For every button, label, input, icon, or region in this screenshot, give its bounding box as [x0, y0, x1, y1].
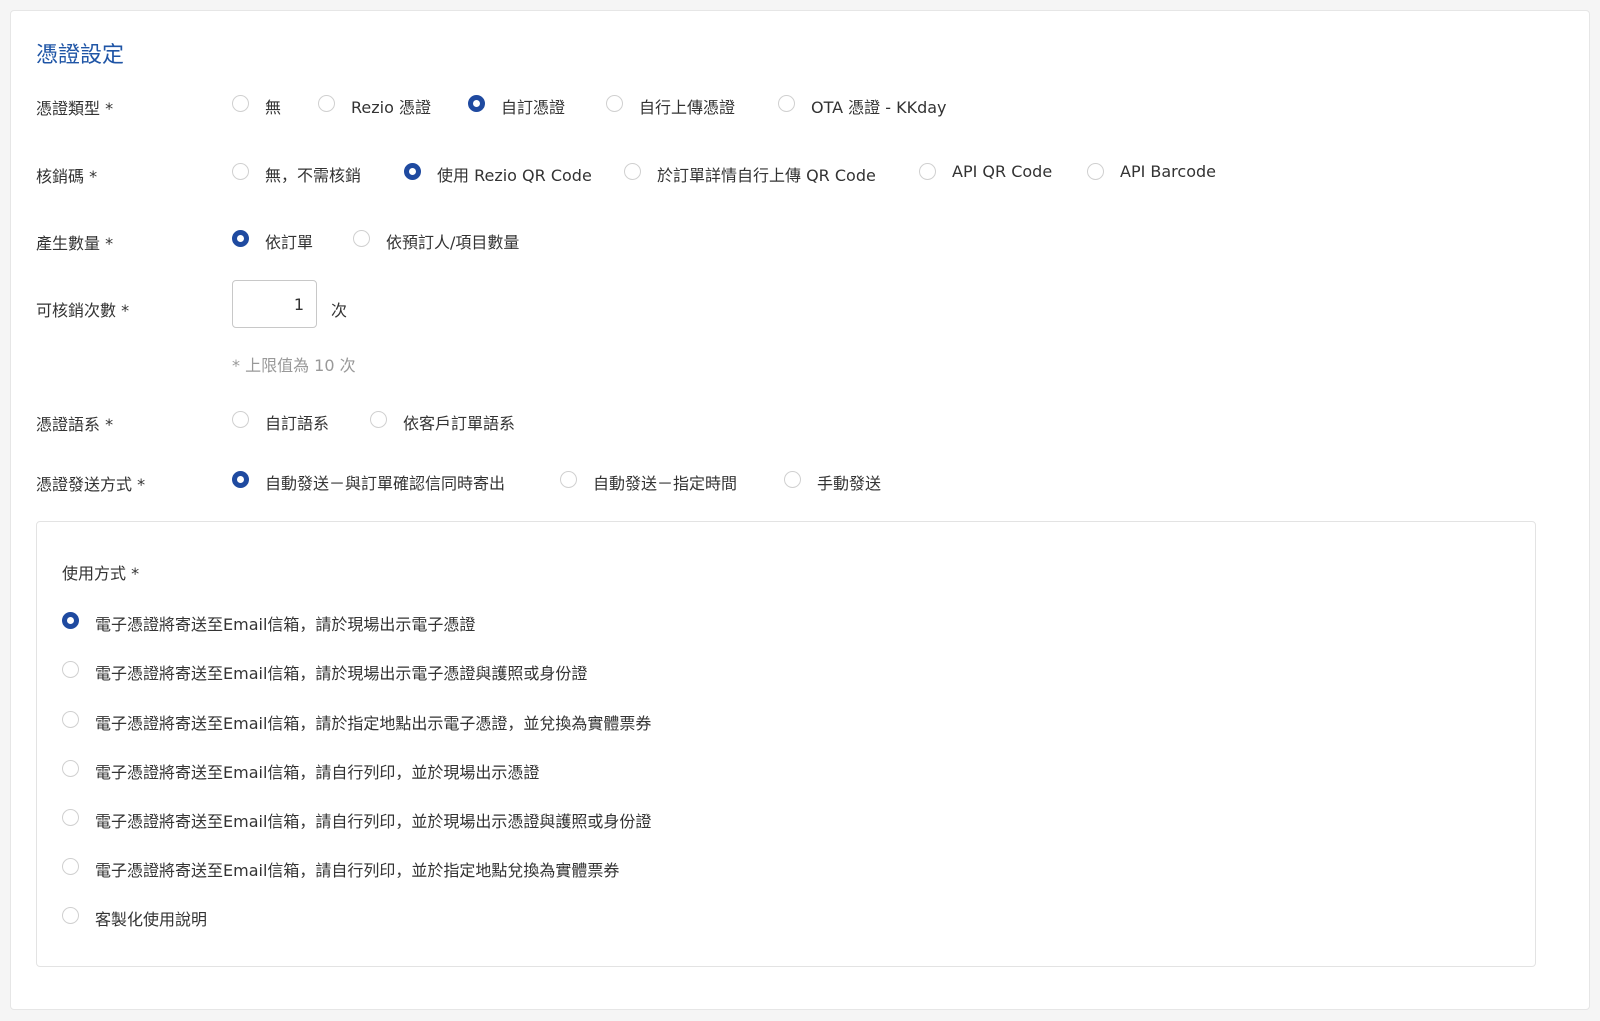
- language-label: 憑證語系 *: [36, 415, 114, 434]
- radio-icon: [624, 163, 641, 180]
- redeem-times-label: 可核銷次數 *: [36, 301, 130, 320]
- radio-selected-icon: [232, 471, 249, 488]
- option-label: 手動發送: [817, 474, 882, 493]
- redeem-times-hint: * 上限值為 10 次: [232, 356, 356, 375]
- option-label: Rezio 憑證: [351, 98, 431, 117]
- redeem-times-box: [232, 280, 317, 328]
- radio-selected-icon: [404, 163, 421, 180]
- radio-icon: [370, 411, 387, 428]
- voucher-settings-card: 憑證設定 憑證類型 * 無 Rezio 憑證 自訂憑證 自行上傳憑證 OTA 憑…: [10, 10, 1590, 1010]
- usage-label: 使用方式 *: [62, 564, 140, 583]
- option-label: 自動發送－與訂單確認信同時寄出: [265, 474, 506, 493]
- radio-icon: [232, 163, 249, 180]
- option-label: 電子憑證將寄送至Email信箱，請自行列印，並於指定地點兌換為實體票券: [95, 861, 620, 880]
- option-label: 電子憑證將寄送至Email信箱，請於現場出示電子憑證與護照或身份證: [95, 664, 588, 683]
- option-label: 電子憑證將寄送至Email信箱，請自行列印，並於現場出示憑證: [95, 763, 540, 782]
- radio-selected-icon: [62, 612, 79, 629]
- radio-icon: [353, 230, 370, 247]
- radio-icon: [778, 95, 795, 112]
- radio-icon: [232, 95, 249, 112]
- radio-icon: [560, 471, 577, 488]
- radio-icon: [919, 163, 936, 180]
- voucher-type-label: 憑證類型 *: [36, 99, 114, 118]
- option-label: 使用 Rezio QR Code: [437, 166, 592, 185]
- redeem-times-input[interactable]: [233, 281, 316, 327]
- redeem-times-unit: 次: [331, 301, 348, 320]
- option-label: 於訂單詳情自行上傳 QR Code: [657, 166, 876, 185]
- option-label: 自動發送－指定時間: [593, 474, 738, 493]
- radio-selected-icon: [232, 230, 249, 247]
- option-label: 自訂語系: [265, 414, 330, 433]
- option-label: 依客戶訂單語系: [403, 414, 516, 433]
- radio-icon: [62, 760, 79, 777]
- option-label: 電子憑證將寄送至Email信箱，請於現場出示電子憑證: [95, 615, 476, 634]
- option-label: API QR Code: [952, 162, 1053, 181]
- radio-icon: [62, 907, 79, 924]
- option-label: OTA 憑證 - KKday: [811, 98, 947, 117]
- section-title: 憑證設定: [36, 43, 125, 68]
- radio-icon: [62, 711, 79, 728]
- option-label: 無，不需核銷: [265, 166, 362, 185]
- radio-icon: [62, 858, 79, 875]
- option-label: 無: [265, 98, 282, 117]
- radio-icon: [62, 809, 79, 826]
- radio-icon: [62, 661, 79, 678]
- radio-icon: [606, 95, 623, 112]
- option-label: 電子憑證將寄送至Email信箱，請自行列印，並於現場出示憑證與護照或身份證: [95, 812, 652, 831]
- radio-icon: [784, 471, 801, 488]
- radio-icon: [318, 95, 335, 112]
- option-label: 自行上傳憑證: [639, 98, 736, 117]
- radio-selected-icon: [468, 95, 485, 112]
- option-label: 依預訂人/項目數量: [386, 233, 520, 252]
- delivery-label: 憑證發送方式 *: [36, 475, 146, 494]
- quantity-label: 產生數量 *: [36, 234, 114, 253]
- redeem-code-label: 核銷碼 *: [36, 167, 98, 186]
- option-label: 電子憑證將寄送至Email信箱，請於指定地點出示電子憑證，並兌換為實體票券: [95, 714, 652, 733]
- radio-icon: [1087, 163, 1104, 180]
- option-label: 依訂單: [265, 233, 314, 252]
- option-label: 自訂憑證: [501, 98, 566, 117]
- option-label: 客製化使用說明: [95, 910, 208, 929]
- option-label: API Barcode: [1120, 162, 1216, 181]
- radio-icon: [232, 411, 249, 428]
- usage-panel: 使用方式 * 電子憑證將寄送至Email信箱，請於現場出示電子憑證 電子憑證將寄…: [36, 521, 1536, 967]
